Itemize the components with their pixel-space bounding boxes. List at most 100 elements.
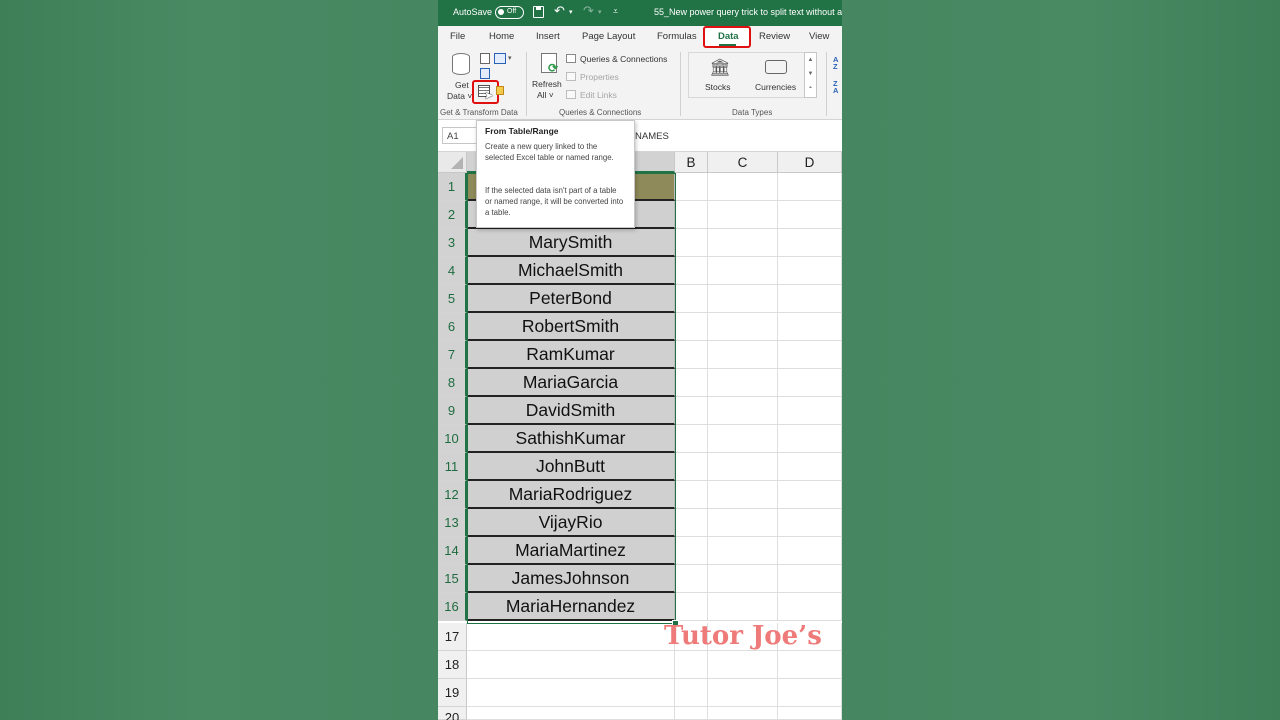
cell-d[interactable] bbox=[778, 313, 842, 341]
cell-c[interactable] bbox=[708, 707, 778, 720]
row-header[interactable]: 2 bbox=[438, 201, 467, 229]
edit-links-button[interactable]: Edit Links bbox=[580, 90, 617, 100]
column-header-d[interactable]: D bbox=[778, 152, 842, 173]
cell-d[interactable] bbox=[778, 397, 842, 425]
sort-a-to-z-icon[interactable]: AZ bbox=[833, 56, 838, 71]
sort-z-to-a-icon[interactable]: ZA bbox=[833, 80, 838, 95]
cell-c[interactable] bbox=[708, 565, 778, 593]
cell-d[interactable] bbox=[778, 341, 842, 369]
cell-b[interactable] bbox=[675, 453, 708, 481]
cell-c[interactable] bbox=[708, 173, 778, 201]
from-text-csv-icon[interactable] bbox=[480, 53, 490, 64]
from-table-icon-top[interactable] bbox=[480, 68, 490, 79]
row-header[interactable]: 18 bbox=[438, 651, 467, 679]
cell-c[interactable] bbox=[708, 537, 778, 565]
cell-c[interactable] bbox=[708, 453, 778, 481]
cell-c[interactable] bbox=[708, 509, 778, 537]
properties-button[interactable]: Properties bbox=[580, 72, 619, 82]
cell-c[interactable] bbox=[708, 679, 778, 707]
cell-c[interactable] bbox=[708, 397, 778, 425]
tab-review[interactable]: Review bbox=[759, 31, 790, 42]
get-data-icon[interactable] bbox=[452, 53, 470, 75]
formula-input[interactable]: NAMES bbox=[635, 131, 669, 142]
cell-d[interactable] bbox=[778, 651, 842, 679]
cell-b[interactable] bbox=[675, 679, 708, 707]
tab-data[interactable]: Data bbox=[718, 31, 739, 42]
tab-insert[interactable]: Insert bbox=[536, 31, 560, 42]
cell-d[interactable] bbox=[778, 509, 842, 537]
cell-c[interactable] bbox=[708, 313, 778, 341]
redo-icon[interactable]: ↷ bbox=[583, 3, 594, 19]
column-header-c[interactable]: C bbox=[708, 152, 778, 173]
row-header[interactable]: 13 bbox=[438, 509, 467, 537]
row-header[interactable]: 19 bbox=[438, 679, 467, 707]
cell-b[interactable] bbox=[675, 481, 708, 509]
tab-page-layout[interactable]: Page Layout bbox=[582, 31, 635, 42]
cell-a[interactable] bbox=[467, 707, 675, 720]
cell-d[interactable] bbox=[778, 173, 842, 201]
currencies-button[interactable]: Currencies bbox=[755, 82, 796, 92]
tab-formulas[interactable]: Formulas bbox=[657, 31, 697, 42]
cell-d[interactable] bbox=[778, 285, 842, 313]
cell-c[interactable] bbox=[708, 425, 778, 453]
cell-b[interactable] bbox=[675, 537, 708, 565]
cell-d[interactable] bbox=[778, 481, 842, 509]
autosave-toggle[interactable]: Off bbox=[495, 6, 524, 19]
more-sources-dropdown-icon[interactable]: ▾ bbox=[508, 54, 512, 62]
cell-c[interactable] bbox=[708, 481, 778, 509]
row-header[interactable]: 20 bbox=[438, 707, 467, 720]
undo-dropdown-icon[interactable]: ▾ bbox=[569, 8, 573, 16]
cell-a[interactable] bbox=[467, 623, 675, 651]
cell-d[interactable] bbox=[778, 425, 842, 453]
cell-d[interactable] bbox=[778, 257, 842, 285]
currencies-icon[interactable] bbox=[765, 60, 787, 74]
cell-d[interactable] bbox=[778, 369, 842, 397]
cell-c[interactable] bbox=[708, 285, 778, 313]
queries-connections-button[interactable]: Queries & Connections bbox=[580, 54, 667, 64]
from-web-icon[interactable] bbox=[494, 53, 506, 64]
cell-b[interactable] bbox=[675, 565, 708, 593]
row-header[interactable]: 5 bbox=[438, 285, 467, 313]
customize-toolbar-icon[interactable]: ⩡ bbox=[613, 6, 618, 17]
cell-d[interactable] bbox=[778, 453, 842, 481]
cell-b[interactable] bbox=[675, 369, 708, 397]
cell-c[interactable] bbox=[708, 369, 778, 397]
undo-icon[interactable]: ↶ bbox=[554, 3, 565, 19]
cell-c[interactable] bbox=[708, 229, 778, 257]
cell-c[interactable] bbox=[708, 257, 778, 285]
cell-c[interactable] bbox=[708, 201, 778, 229]
cell-d[interactable] bbox=[778, 537, 842, 565]
row-header[interactable]: 15 bbox=[438, 565, 467, 593]
cell-b[interactable] bbox=[675, 707, 708, 720]
row-header[interactable]: 11 bbox=[438, 453, 467, 481]
cell-a[interactable] bbox=[467, 679, 675, 707]
row-header[interactable]: 6 bbox=[438, 313, 467, 341]
cell-d[interactable] bbox=[778, 593, 842, 621]
stocks-button[interactable]: Stocks bbox=[705, 82, 731, 92]
recent-sources-icon[interactable] bbox=[496, 86, 504, 95]
row-header[interactable]: 7 bbox=[438, 341, 467, 369]
tab-home[interactable]: Home bbox=[489, 31, 514, 42]
cell-b[interactable] bbox=[675, 341, 708, 369]
cell-d[interactable] bbox=[778, 679, 842, 707]
redo-dropdown-icon[interactable]: ▾ bbox=[598, 8, 602, 16]
row-header[interactable]: 16 bbox=[438, 593, 467, 621]
cell-b[interactable] bbox=[675, 229, 708, 257]
row-header[interactable]: 1 bbox=[438, 173, 467, 201]
cell-b[interactable] bbox=[675, 397, 708, 425]
cell-b[interactable] bbox=[675, 201, 708, 229]
row-header[interactable]: 10 bbox=[438, 425, 467, 453]
row-header[interactable]: 9 bbox=[438, 397, 467, 425]
get-data-label[interactable]: Get bbox=[455, 80, 469, 90]
cell-b[interactable] bbox=[675, 313, 708, 341]
refresh-all-dropdown-label[interactable]: All ˅ bbox=[537, 90, 554, 100]
cell-b[interactable] bbox=[675, 173, 708, 201]
save-icon[interactable] bbox=[533, 6, 544, 18]
row-header[interactable]: 3 bbox=[438, 229, 467, 257]
cell-d[interactable] bbox=[778, 201, 842, 229]
row-header[interactable]: 4 bbox=[438, 257, 467, 285]
data-types-scroll[interactable]: ▲ ▼ ⩡ bbox=[804, 52, 817, 98]
cell-b[interactable] bbox=[675, 593, 708, 621]
name-box[interactable]: A1 bbox=[442, 127, 478, 144]
queries-connections-icon[interactable] bbox=[566, 54, 576, 63]
